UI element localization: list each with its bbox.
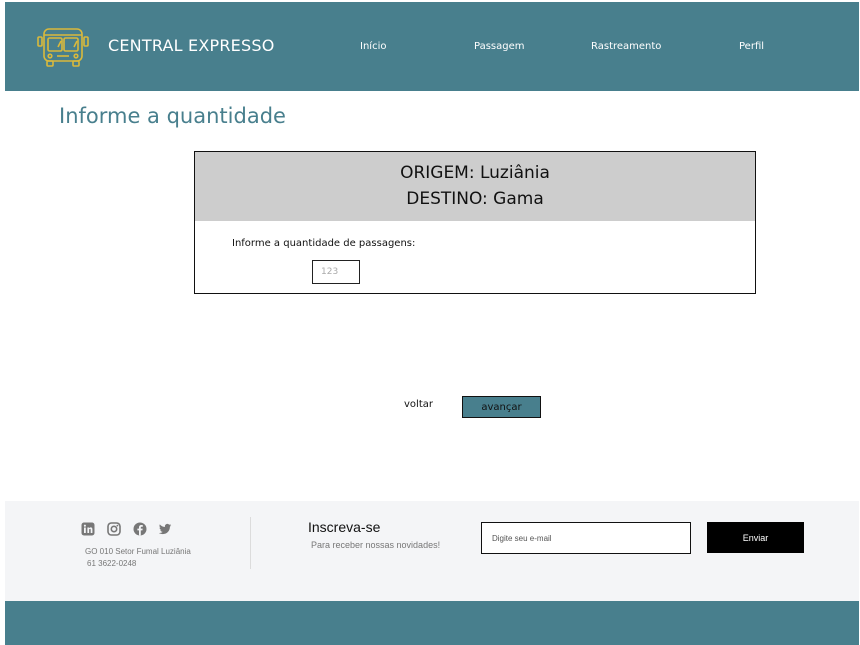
footer: GO 010 Setor Fumal Luziânia 61 3622-0248… [5,501,859,601]
route-destination: DESTINO: Gama [406,189,544,209]
route-origin: ORIGEM: Luziânia [400,163,550,183]
back-button[interactable]: voltar [404,399,433,410]
linkedin-icon[interactable] [81,522,95,536]
subscribe-text: Para receber nossas novidades! [311,540,441,550]
quantity-input[interactable] [312,260,360,284]
quantity-label: Informe a quantidade de passagens: [232,238,416,249]
route-header: ORIGEM: Luziânia DESTINO: Gama [195,152,755,221]
bus-icon[interactable] [35,26,91,68]
subscribe-title: Inscreva-se [308,519,381,535]
page: CENTRAL EXPRESSO Início Passagem Rastrea… [0,0,860,645]
nav-perfil[interactable]: Perfil [739,41,764,52]
footer-address: GO 010 Setor Fumal Luziânia [85,547,191,556]
footer-divider [250,517,251,569]
nav-passagem[interactable]: Passagem [474,41,525,52]
bottom-bar [5,601,859,645]
brand-name: CENTRAL EXPRESSO [108,36,275,55]
header: CENTRAL EXPRESSO Início Passagem Rastrea… [5,2,859,91]
nav-rastreamento[interactable]: Rastreamento [591,41,661,52]
send-button[interactable]: Enviar [707,522,804,553]
facebook-icon[interactable] [133,522,147,536]
email-field[interactable] [481,522,691,554]
page-title: Informe a quantidade [59,104,286,128]
nav-inicio[interactable]: Início [360,41,386,52]
instagram-icon[interactable] [107,522,121,536]
next-button[interactable]: avançar [462,396,541,418]
footer-phone: 61 3622-0248 [87,559,137,568]
twitter-icon[interactable] [158,522,172,536]
route-card: ORIGEM: Luziânia DESTINO: Gama Informe a… [194,151,756,294]
